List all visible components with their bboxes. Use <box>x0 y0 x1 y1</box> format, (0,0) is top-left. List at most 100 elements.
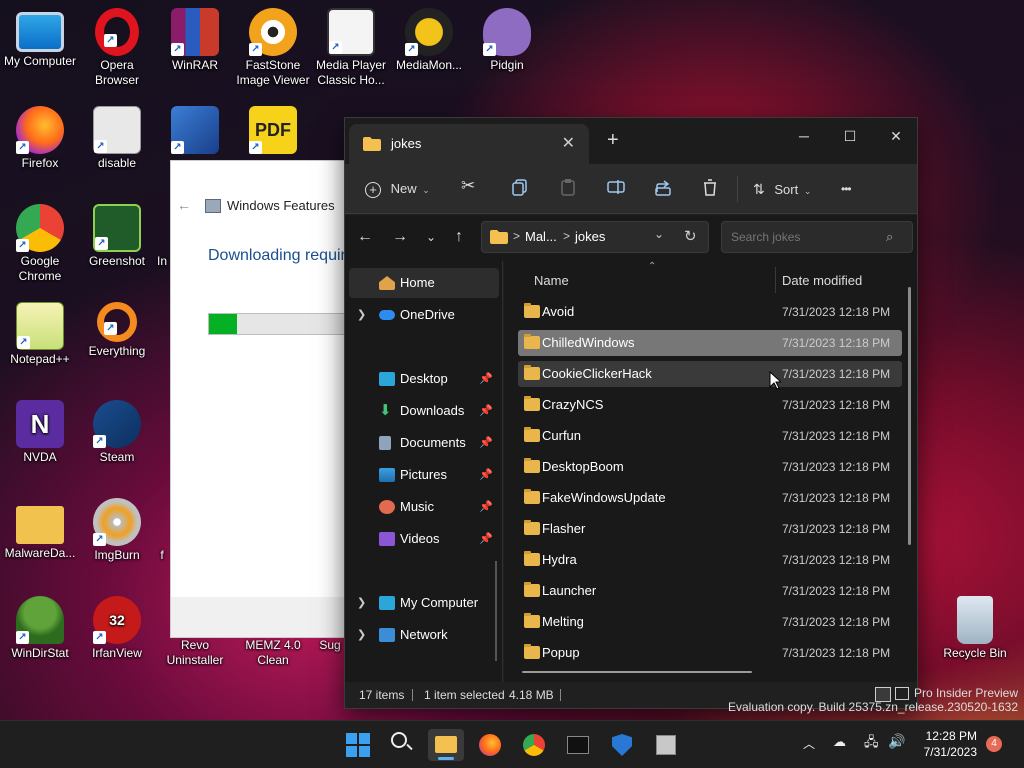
breadcrumb-malware[interactable]: Mal... <box>525 229 557 244</box>
file-row[interactable]: Flasher 7/31/2023 12:18 PM <box>518 516 902 542</box>
terminal-taskbar-button[interactable] <box>560 729 596 761</box>
refresh-icon[interactable]: ↻ <box>684 227 697 245</box>
close-window-icon[interactable]: ✕ <box>873 122 919 150</box>
address-dropdown-icon[interactable]: ⌄ <box>654 227 664 241</box>
nav-onedrive[interactable]: ❯ OneDrive <box>345 300 501 330</box>
desktop-icon-pidgin[interactable]: ↗ Pidgin <box>467 8 547 73</box>
search-taskbar-button[interactable] <box>384 729 420 761</box>
nav-home[interactable]: Home <box>349 268 499 298</box>
file-row[interactable]: FakeWindowsUpdate 7/31/2023 12:18 PM <box>518 485 902 511</box>
pin-icon[interactable]: 📌 <box>479 428 493 458</box>
new-tab-icon[interactable]: + <box>607 129 619 152</box>
volume-icon[interactable]: 🔊 <box>888 733 905 750</box>
back-icon[interactable]: ← <box>353 225 377 249</box>
pin-icon[interactable]: 📌 <box>479 460 493 490</box>
horizontal-scrollbar[interactable] <box>522 671 752 673</box>
nav-music[interactable]: Music 📌 <box>345 492 501 522</box>
desktop-icon-faststone[interactable]: ↗ FastStone Image Viewer <box>233 8 313 88</box>
desktop-icon-irfanview[interactable]: 32 ↗ IrfanView <box>77 596 157 661</box>
desktop-icon-everything[interactable]: ↗ Everything <box>77 302 157 359</box>
desktop-icon-network-app[interactable]: ↗ <box>155 106 235 156</box>
address-bar[interactable]: > Mal... > jokes ⌄ ↻ <box>481 221 709 253</box>
recent-chevron-icon[interactable]: ⌄ <box>419 225 443 249</box>
desktop-icon-pdf[interactable]: PDF ↗ <box>233 106 313 156</box>
defender-taskbar-button[interactable] <box>604 729 640 761</box>
desktop-icon-greenshot[interactable]: ↗ Greenshot <box>77 204 157 269</box>
file-row[interactable]: Popup 7/31/2023 12:18 PM <box>518 640 902 666</box>
nav-pictures[interactable]: Pictures 📌 <box>345 460 501 490</box>
column-header-name[interactable]: Name <box>534 273 569 288</box>
cut-icon[interactable]: ✂ <box>461 176 483 198</box>
file-row[interactable]: DesktopBoom 7/31/2023 12:18 PM <box>518 454 902 480</box>
breadcrumb-jokes[interactable]: jokes <box>575 229 605 244</box>
file-explorer-window[interactable]: jokes ✕ + ─ ☐ ✕ + New ⌄ ✂ ⇅ Sort ⌄ ••• ←… <box>344 117 918 709</box>
chrome-taskbar-button[interactable] <box>516 729 552 761</box>
desktop-icon-firefox[interactable]: ↗ Firefox <box>0 106 80 171</box>
vertical-scrollbar[interactable] <box>908 287 911 545</box>
maximize-icon[interactable]: ☐ <box>827 122 873 150</box>
up-icon[interactable]: ↑ <box>447 225 471 249</box>
column-header-date[interactable]: Date modified <box>782 273 862 288</box>
desktop-icon-windirstat[interactable]: ↗ WinDirStat <box>0 596 80 661</box>
search-input[interactable] <box>721 221 913 253</box>
pin-icon[interactable]: 📌 <box>479 396 493 426</box>
more-options-icon[interactable]: ••• <box>841 178 852 202</box>
nav-scrollbar[interactable] <box>495 561 497 661</box>
rename-icon[interactable] <box>605 176 627 198</box>
network-offline-icon[interactable]: ☁ <box>833 734 846 750</box>
copy-icon[interactable] <box>509 176 531 198</box>
desktop-icon-mediamonkey[interactable]: ↗ MediaMon... <box>389 8 469 73</box>
minimize-icon[interactable]: ─ <box>781 122 827 150</box>
file-explorer-taskbar-button[interactable] <box>428 729 464 761</box>
start-button[interactable] <box>340 729 376 761</box>
file-date: 7/31/2023 12:18 PM <box>782 336 891 350</box>
desktop-icon-malwareda[interactable]: MalwareDa... <box>0 498 80 561</box>
file-row[interactable]: CrazyNCS 7/31/2023 12:18 PM <box>518 392 902 418</box>
file-row[interactable]: CookieClickerHack 7/31/2023 12:18 PM <box>518 361 902 387</box>
pin-icon[interactable]: 📌 <box>479 492 493 522</box>
file-row[interactable]: Launcher 7/31/2023 12:18 PM <box>518 578 902 604</box>
pin-icon[interactable]: 📌 <box>479 364 493 394</box>
app-taskbar-button[interactable] <box>648 729 684 761</box>
share-icon[interactable] <box>653 176 675 198</box>
desktop-icon-nvda[interactable]: N NVDA <box>0 400 80 465</box>
desktop-icon-steam[interactable]: ↗ Steam <box>77 400 157 465</box>
back-arrow-icon[interactable]: ← <box>177 197 191 213</box>
desktop-icon-imgburn[interactable]: ↗ ImgBurn <box>77 498 157 563</box>
chevron-up-icon[interactable]: ︿ <box>803 735 815 752</box>
windows-features-dialog[interactable]: ← Windows Features Downloading requir <box>170 160 368 638</box>
new-button[interactable]: + New ⌄ <box>365 178 431 202</box>
forward-icon[interactable]: → <box>388 225 412 249</box>
nav-documents[interactable]: Documents 📌 <box>345 428 501 458</box>
clock[interactable]: 12:28 PM 7/31/2023 <box>924 728 977 760</box>
nav-my-computer[interactable]: ❯ My Computer <box>345 588 501 618</box>
network-icon[interactable]: 🖧 <box>864 733 879 755</box>
tab-jokes[interactable]: jokes ✕ <box>349 124 589 164</box>
desktop-icon-mpc[interactable]: ↗ Media Player Classic Ho... <box>311 8 391 88</box>
file-row[interactable]: Avoid 7/31/2023 12:18 PM <box>518 299 902 325</box>
expand-chevron-icon[interactable]: ❯ <box>357 620 366 650</box>
pin-icon[interactable]: 📌 <box>479 524 493 554</box>
nav-videos[interactable]: Videos 📌 <box>345 524 501 554</box>
desktop-icon-chrome[interactable]: ↗ Google Chrome <box>0 204 80 284</box>
desktop-icon-opera[interactable]: ↗ Opera Browser <box>77 8 157 88</box>
notification-badge[interactable]: 4 <box>986 736 1002 752</box>
desktop-icon-disable[interactable]: ↗ disable <box>77 106 157 171</box>
expand-chevron-icon[interactable]: ❯ <box>357 300 366 330</box>
desktop-icon-winrar[interactable]: ↗ WinRAR <box>155 8 235 73</box>
file-row[interactable]: Curfun 7/31/2023 12:18 PM <box>518 423 902 449</box>
desktop-icon-recycle-bin[interactable]: Recycle Bin <box>935 596 1015 661</box>
nav-network[interactable]: ❯ Network <box>345 620 501 650</box>
desktop-icon-notepadpp[interactable]: ↗ Notepad++ <box>0 302 80 367</box>
sort-button[interactable]: ⇅ Sort ⌄ <box>753 178 817 202</box>
nav-desktop[interactable]: Desktop 📌 <box>345 364 501 394</box>
expand-chevron-icon[interactable]: ❯ <box>357 588 366 618</box>
firefox-taskbar-button[interactable] <box>472 729 508 761</box>
delete-icon[interactable] <box>699 176 721 198</box>
close-tab-icon[interactable]: ✕ <box>562 133 575 153</box>
file-row[interactable]: Hydra 7/31/2023 12:18 PM <box>518 547 902 573</box>
nav-downloads[interactable]: ⬇ Downloads 📌 <box>345 396 501 426</box>
file-row[interactable]: ChilledWindows 7/31/2023 12:18 PM <box>518 330 902 356</box>
file-row[interactable]: Melting 7/31/2023 12:18 PM <box>518 609 902 635</box>
desktop-icon-my-computer[interactable]: My Computer <box>0 8 80 69</box>
